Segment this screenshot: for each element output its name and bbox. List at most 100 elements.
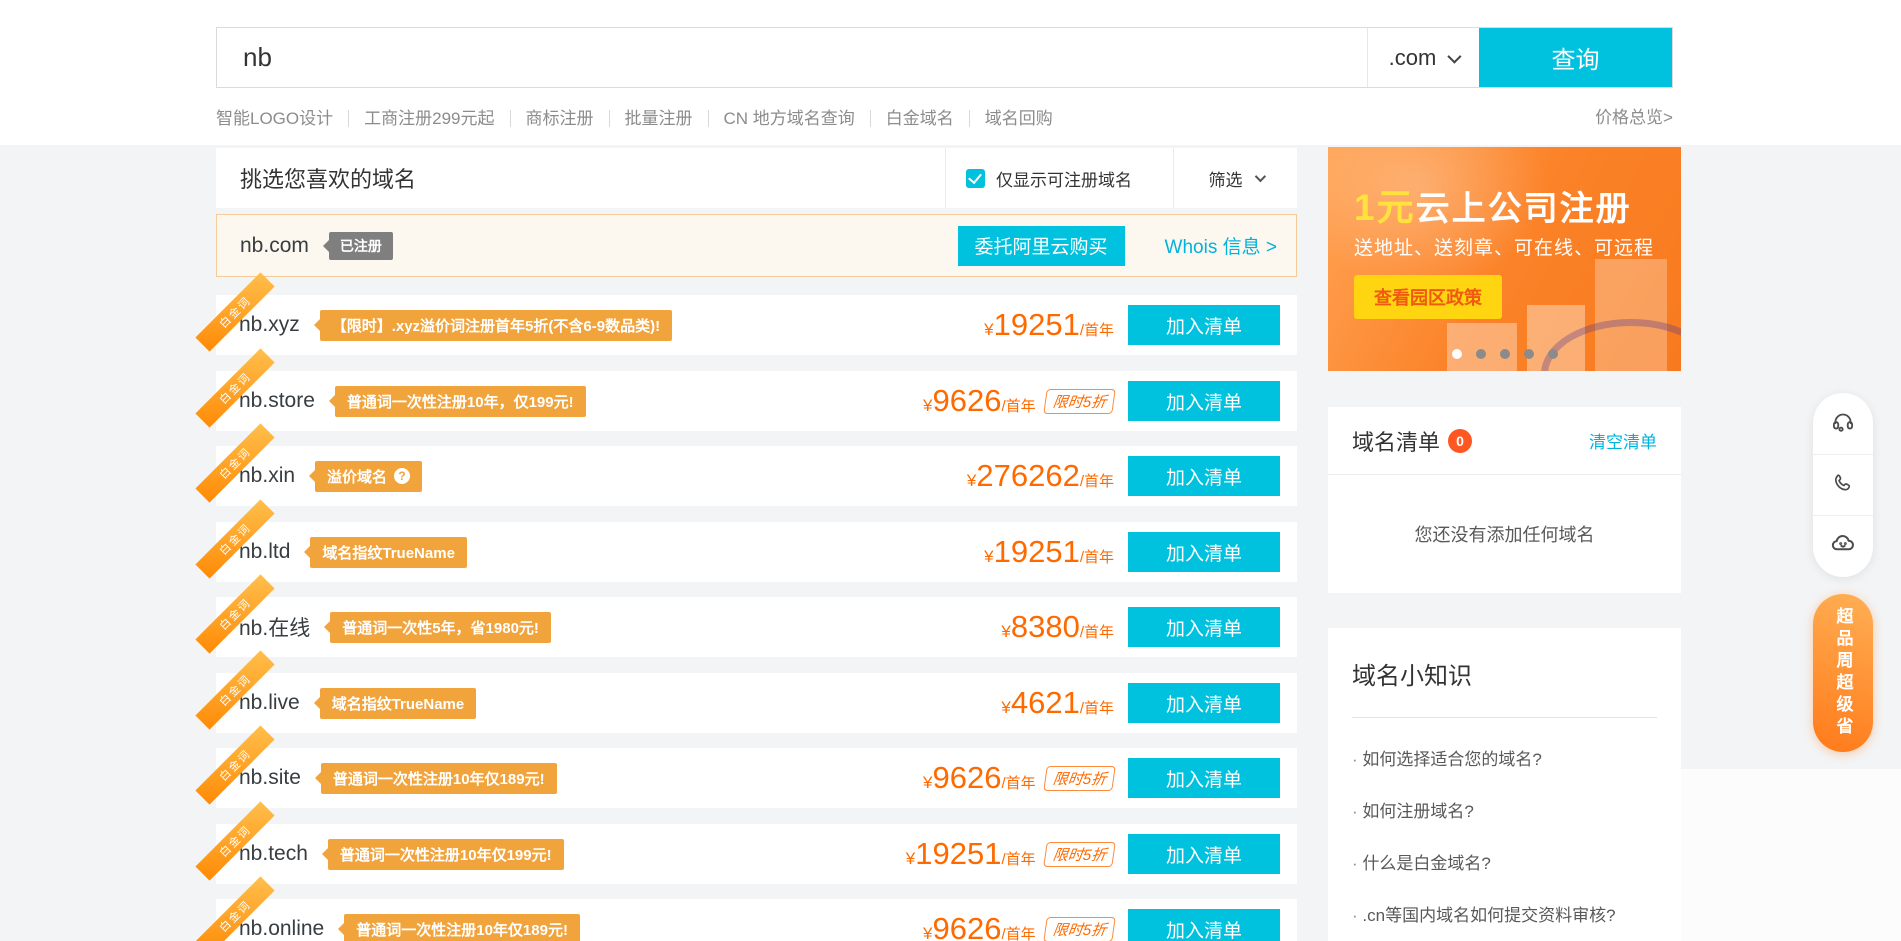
add-to-cart-button[interactable]: 加入清单 bbox=[1128, 683, 1280, 723]
search-input[interactable] bbox=[217, 28, 1367, 87]
clear-cart-link[interactable]: 清空清单 bbox=[1589, 428, 1657, 453]
nav-link-platinum-domain[interactable]: 白金域名 bbox=[870, 110, 969, 127]
nav-link-logo-design[interactable]: 智能LOGO设计 bbox=[216, 110, 348, 127]
tips-item[interactable]: 如何注册域名? bbox=[1352, 797, 1657, 822]
add-to-cart-button[interactable]: 加入清单 bbox=[1128, 909, 1280, 941]
domain-name: nb.ltd bbox=[239, 540, 290, 564]
help-icon[interactable]: ? bbox=[394, 468, 410, 484]
promo-tag-text: 域名指纹TrueName bbox=[322, 542, 455, 563]
tld-select[interactable]: .com bbox=[1367, 28, 1479, 87]
promo-tag: 【限时】.xyz溢价词注册首年5折(不含6-9数品类)! bbox=[320, 310, 672, 341]
domain-search-box: .com 查询 bbox=[216, 27, 1673, 88]
registered-domain-row: nb.com 已注册 委托阿里云购买 Whois 信息 > bbox=[216, 214, 1297, 277]
domain-row: 白金词 nb.tech 普通词一次性注册10年仅199元! ¥19251/首年 … bbox=[216, 824, 1297, 884]
phone-contact-button[interactable] bbox=[1813, 454, 1873, 515]
nav-link-biz-registration[interactable]: 工商注册299元起 bbox=[348, 110, 509, 127]
price-unit: /首年 bbox=[1080, 319, 1114, 340]
promo-tag-text: 普通词一次性注册10年，仅199元! bbox=[347, 391, 574, 412]
banner-building-illustration bbox=[1447, 323, 1517, 371]
price-unit: /首年 bbox=[1001, 848, 1035, 869]
registered-status-badge: 已注册 bbox=[329, 232, 393, 260]
add-to-cart-button[interactable]: 加入清单 bbox=[1128, 834, 1280, 874]
carousel-dot[interactable] bbox=[1548, 349, 1558, 359]
registerable-only-checkbox[interactable] bbox=[966, 169, 985, 188]
domain-row: 白金词 nb.live 域名指纹TrueName ¥4621/首年 加入清单 bbox=[216, 673, 1297, 733]
banner-title: 1元云上公司注册 bbox=[1354, 177, 1632, 231]
promo-tag: 普通词一次性注册10年仅189元! bbox=[344, 914, 580, 941]
promo-tag: 普通词一次性注册10年仅199元! bbox=[328, 839, 564, 870]
price-value: 19251 bbox=[915, 836, 1001, 872]
discount-badge: 限时5折 bbox=[1043, 389, 1116, 414]
domain-name: nb.live bbox=[239, 691, 300, 715]
carousel-dots bbox=[1328, 349, 1681, 359]
domain-name: nb.store bbox=[239, 389, 315, 413]
phone-icon bbox=[1831, 471, 1855, 500]
currency-symbol: ¥ bbox=[923, 396, 932, 416]
carousel-dot[interactable] bbox=[1452, 349, 1462, 359]
feedback-button[interactable] bbox=[1813, 515, 1873, 576]
banner-title-rest: 云上公司注册 bbox=[1416, 190, 1632, 228]
add-to-cart-button[interactable]: 加入清单 bbox=[1128, 305, 1280, 345]
currency-symbol: ¥ bbox=[1001, 622, 1010, 642]
promo-tag-text: 域名指纹TrueName bbox=[332, 693, 465, 714]
price-value: 4621 bbox=[1011, 685, 1080, 721]
price-overview-link[interactable]: 价格总览> bbox=[1595, 106, 1673, 130]
tips-list: 如何选择适合您的域名? 如何注册域名? 什么是白金域名? .cn等国内域名如何提… bbox=[1352, 745, 1657, 941]
page: .com 查询 智能LOGO设计 工商注册299元起 商标注册 批量注册 CN … bbox=[0, 0, 1901, 941]
currency-symbol: ¥ bbox=[967, 471, 976, 491]
platinum-word-ribbon: 白金词 bbox=[195, 725, 274, 804]
whois-info-link[interactable]: Whois 信息 > bbox=[1165, 232, 1277, 259]
currency-symbol: ¥ bbox=[906, 849, 915, 869]
domain-row: 白金词 nb.site 普通词一次性注册10年仅189元! ¥9626/首年 限… bbox=[216, 748, 1297, 808]
tips-item[interactable]: 什么是白金域名? bbox=[1352, 849, 1657, 874]
price-unit: /首年 bbox=[1080, 470, 1114, 491]
feedback-cloud-icon bbox=[1829, 530, 1857, 563]
filter-dropdown[interactable]: 筛选 bbox=[1173, 148, 1297, 208]
tips-item[interactable]: 如何选择适合您的域名? bbox=[1352, 745, 1657, 770]
price: ¥276262/首年 bbox=[967, 458, 1114, 494]
promo-tag: 普通词一次性注册10年仅189元! bbox=[321, 763, 557, 794]
carousel-dot[interactable] bbox=[1500, 349, 1510, 359]
promo-banner[interactable]: 1元云上公司注册 送地址、送刻章、可在线、可远程 查看园区政策 bbox=[1328, 147, 1681, 371]
discount-badge: 限时5折 bbox=[1043, 766, 1116, 791]
carousel-dot[interactable] bbox=[1476, 349, 1486, 359]
delegate-purchase-button[interactable]: 委托阿里云购买 bbox=[958, 226, 1125, 266]
add-to-cart-button[interactable]: 加入清单 bbox=[1128, 532, 1280, 572]
banner-cta-button[interactable]: 查看园区政策 bbox=[1354, 275, 1502, 319]
add-to-cart-button[interactable]: 加入清单 bbox=[1128, 607, 1280, 647]
nav-link-domain-buyback[interactable]: 域名回购 bbox=[969, 110, 1068, 127]
nav-link-trademark[interactable]: 商标注册 bbox=[510, 110, 609, 127]
domain-row: 白金词 nb.在线 普通词一次性5年，省1980元! ¥8380/首年 加入清单 bbox=[216, 597, 1297, 657]
price: ¥9626/首年 bbox=[923, 760, 1036, 796]
domain-name: nb.在线 bbox=[239, 612, 310, 642]
promo-tag: 域名指纹TrueName bbox=[310, 537, 467, 568]
filter-label: 筛选 bbox=[1209, 166, 1243, 191]
super-sale-floating-button[interactable]: 超品周超级省 bbox=[1813, 594, 1873, 752]
tips-title: 域名小知识 bbox=[1352, 628, 1657, 691]
domain-row: 白金词 nb.ltd 域名指纹TrueName ¥19251/首年 加入清单 bbox=[216, 522, 1297, 582]
domain-name: nb.site bbox=[239, 766, 301, 790]
tips-item[interactable]: .cn等国内域名如何提交资料审核? bbox=[1352, 901, 1657, 926]
promo-tag-text: 普通词一次性注册10年仅189元! bbox=[333, 768, 545, 789]
price-value: 9626 bbox=[933, 383, 1002, 419]
promo-tag: 普通词一次性5年，省1980元! bbox=[330, 612, 551, 643]
currency-symbol: ¥ bbox=[923, 773, 932, 793]
nav-link-cn-local-domain[interactable]: CN 地方域名查询 bbox=[708, 110, 870, 127]
add-to-cart-button[interactable]: 加入清单 bbox=[1128, 381, 1280, 421]
domain-row: 白金词 nb.store 普通词一次性注册10年，仅199元! ¥9626/首年… bbox=[216, 371, 1297, 431]
domain-row: 白金词 nb.xin 溢价域名? ¥276262/首年 加入清单 bbox=[216, 446, 1297, 506]
checkbox-label: 仅显示可注册域名 bbox=[996, 166, 1132, 191]
promo-tag-text: 【限时】.xyz溢价词注册首年5折(不含6-9数品类)! bbox=[332, 315, 660, 336]
price: ¥8380/首年 bbox=[1001, 609, 1114, 645]
divider bbox=[1352, 717, 1657, 718]
customer-service-button[interactable] bbox=[1813, 393, 1873, 454]
banner-subtitle: 送地址、送刻章、可在线、可远程 bbox=[1354, 233, 1654, 260]
promo-tag-text: 普通词一次性注册10年仅189元! bbox=[356, 919, 568, 940]
nav-link-bulk-registration[interactable]: 批量注册 bbox=[609, 110, 708, 127]
sub-nav: 智能LOGO设计 工商注册299元起 商标注册 批量注册 CN 地方域名查询 白… bbox=[216, 106, 1068, 130]
carousel-dot[interactable] bbox=[1524, 349, 1534, 359]
search-button[interactable]: 查询 bbox=[1479, 28, 1672, 87]
add-to-cart-button[interactable]: 加入清单 bbox=[1128, 456, 1280, 496]
price-value: 19251 bbox=[994, 307, 1080, 343]
add-to-cart-button[interactable]: 加入清单 bbox=[1128, 758, 1280, 798]
